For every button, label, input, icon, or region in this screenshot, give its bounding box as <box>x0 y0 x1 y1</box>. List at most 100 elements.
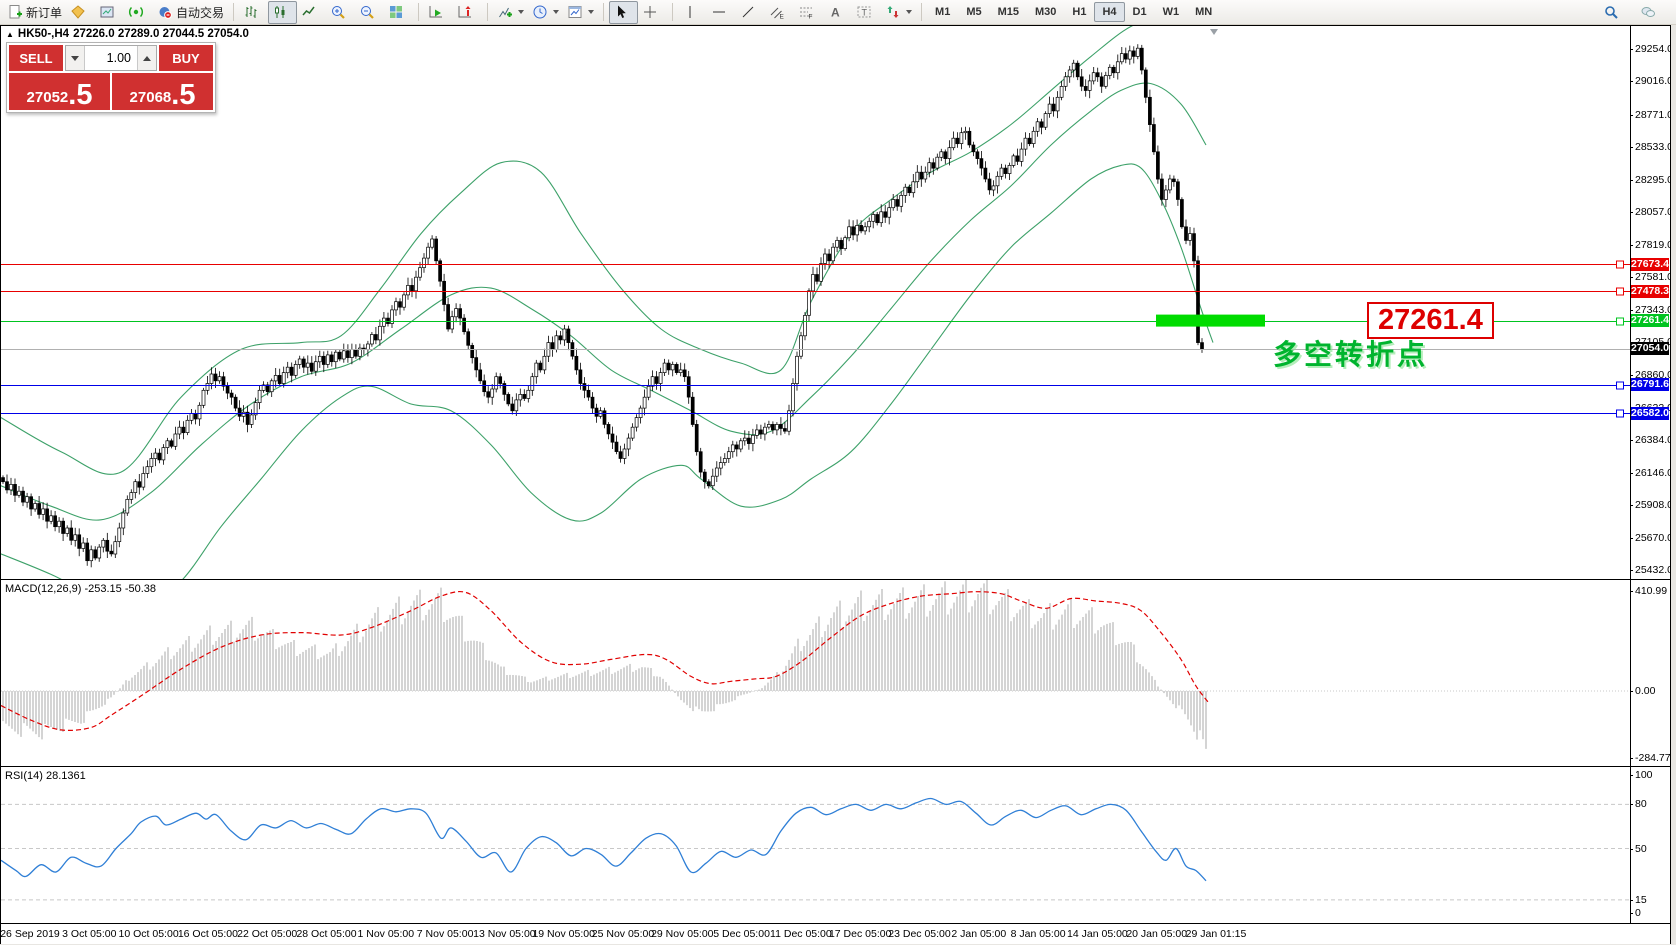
chart-window-icon <box>99 4 115 20</box>
timeframe-m1-button[interactable]: M1 <box>927 2 958 22</box>
timeframe-h1-button[interactable]: H1 <box>1064 2 1094 22</box>
labelT-icon: T <box>856 4 872 20</box>
axis-tick <box>1630 913 1633 914</box>
time-tick-label: 11 Dec 05:00 <box>770 928 832 940</box>
sell-price[interactable]: 27052.5 <box>9 73 110 110</box>
time-tick-label: 26 Sep 2019 <box>1 928 60 940</box>
timeframe-mn-button[interactable]: MN <box>1187 2 1220 22</box>
sell-button[interactable]: SELL <box>9 45 63 71</box>
svg-text:T: T <box>862 8 868 18</box>
time-tick-label: 8 Jan 05:00 <box>1011 928 1066 940</box>
axis-tick <box>1630 440 1633 441</box>
turning-point-annotation[interactable]: 多空转折点 <box>1273 333 1428 373</box>
auto-scroll-button[interactable] <box>424 1 453 24</box>
svg-text:F: F <box>809 14 813 21</box>
profiles-button[interactable] <box>95 1 124 24</box>
dropdown-caret-icon[interactable] <box>588 10 594 14</box>
axis-tick <box>1630 277 1633 278</box>
time-tick-label: 3 Oct 05:00 <box>62 928 116 940</box>
time-tick-label: 20 Jan 05:00 <box>1126 928 1187 940</box>
channel-icon: E <box>769 4 785 20</box>
price-tick-label: 25670.0 <box>1635 532 1670 544</box>
horizontal-line-button[interactable] <box>707 1 736 24</box>
price-tick-label: 28057.0 <box>1635 206 1670 218</box>
axis-tick <box>1630 212 1633 213</box>
timeframe-w1-button[interactable]: W1 <box>1155 2 1188 22</box>
axis-tick <box>1630 49 1633 50</box>
periods-button[interactable] <box>528 1 563 24</box>
rsi-tick-label: 15 <box>1635 894 1647 906</box>
equidistant-channel-button[interactable]: E <box>765 1 794 24</box>
new-order-label: 新订单 <box>26 4 62 21</box>
fibonacci-button[interactable]: F <box>794 1 823 24</box>
line-chart-button[interactable] <box>297 1 326 24</box>
timeframe-d1-button[interactable]: D1 <box>1125 2 1155 22</box>
bars-chart-button[interactable] <box>239 1 268 24</box>
timeframe-m30-button[interactable]: M30 <box>1027 2 1064 22</box>
time-tick-label: 23 Dec 05:00 <box>888 928 950 940</box>
signal-icon <box>128 4 144 20</box>
candles-icon <box>272 4 288 20</box>
buy-price[interactable]: 27068.5 <box>112 73 213 110</box>
clock-icon <box>532 4 548 20</box>
rsi-pane[interactable]: RSI(14) 28.1361 1008050150 <box>1 766 1670 924</box>
symbol-name: HK50-,H4 <box>18 28 69 40</box>
community-button[interactable] <box>1636 1 1665 24</box>
axis-tick <box>1630 505 1633 506</box>
new-order-button[interactable]: 新订单 <box>3 1 66 24</box>
candles-chart-button[interactable] <box>268 1 297 24</box>
axis-tick <box>1630 591 1633 592</box>
timeframe-m15-button[interactable]: M15 <box>990 2 1027 22</box>
trendline-button[interactable] <box>736 1 765 24</box>
time-tick-label: 29 Nov 05:00 <box>651 928 713 940</box>
cursor-icon <box>613 4 629 20</box>
cube-icon <box>70 4 86 20</box>
cursor-button[interactable] <box>609 1 638 24</box>
tile-windows-button[interactable] <box>384 1 413 24</box>
price-tag: 27261.4 <box>1631 314 1669 327</box>
chart-shift-marker <box>1210 29 1218 35</box>
chart-shift-button[interactable] <box>453 1 482 24</box>
dropdown-caret-icon[interactable] <box>518 10 524 14</box>
time-tick-label: 14 Jan 05:00 <box>1067 928 1128 940</box>
text-button[interactable]: A <box>823 1 852 24</box>
signals-button[interactable] <box>124 1 153 24</box>
templates-button[interactable] <box>563 1 598 24</box>
text-label-button[interactable]: T <box>852 1 881 24</box>
zoom-in-button[interactable] <box>326 1 355 24</box>
svg-text:A: A <box>831 6 840 20</box>
volume-increase-button[interactable] <box>137 46 156 70</box>
macd-zero-label: 0.00 <box>1635 685 1655 697</box>
axis-tick <box>1630 900 1633 901</box>
crosshair-button[interactable] <box>638 1 667 24</box>
dropdown-caret-icon[interactable] <box>553 10 559 14</box>
volume-input[interactable]: 1.00 <box>85 46 137 70</box>
arrows-button[interactable] <box>881 1 916 24</box>
rsi-label: RSI(14) 28.1361 <box>5 770 86 782</box>
bollinger-lower-band <box>1 164 1213 579</box>
toolbar-separator <box>487 3 488 21</box>
market-watch-button[interactable] <box>66 1 95 24</box>
indicators-list-button[interactable] <box>493 1 528 24</box>
timeframe-h4-button[interactable]: H4 <box>1094 2 1124 22</box>
axis-tick <box>1630 758 1633 759</box>
vertical-line-button[interactable] <box>678 1 707 24</box>
macd-pane[interactable]: MACD(12,26,9) -253.15 -50.38 410.990.00-… <box>1 579 1670 767</box>
price-tag: 27054.0 <box>1631 342 1669 355</box>
chart-window: ▲ HK50-,H4 27226.0 27289.0 27044.5 27054… <box>0 25 1671 944</box>
search-button[interactable] <box>1599 1 1628 24</box>
macd-min-label: -284.77 <box>1635 752 1670 764</box>
volume-decrease-button[interactable] <box>66 46 85 70</box>
main-chart-pane[interactable]: ▲ HK50-,H4 27226.0 27289.0 27044.5 27054… <box>1 26 1670 579</box>
timeframe-m5-button[interactable]: M5 <box>958 2 989 22</box>
highlight-zone <box>1156 315 1265 327</box>
auto-trading-button[interactable]: 自动交易 <box>153 1 228 24</box>
axis-tick <box>1630 115 1633 116</box>
arrows-icon <box>885 4 901 20</box>
time-axis[interactable]: 26 Sep 20193 Oct 05:0010 Oct 05:0016 Oct… <box>1 923 1670 944</box>
axis-tick <box>1630 81 1633 82</box>
buy-button[interactable]: BUY <box>159 45 213 71</box>
collapse-icon[interactable]: ▲ <box>6 30 14 39</box>
zoom-out-button[interactable] <box>355 1 384 24</box>
dropdown-caret-icon[interactable] <box>906 10 912 14</box>
